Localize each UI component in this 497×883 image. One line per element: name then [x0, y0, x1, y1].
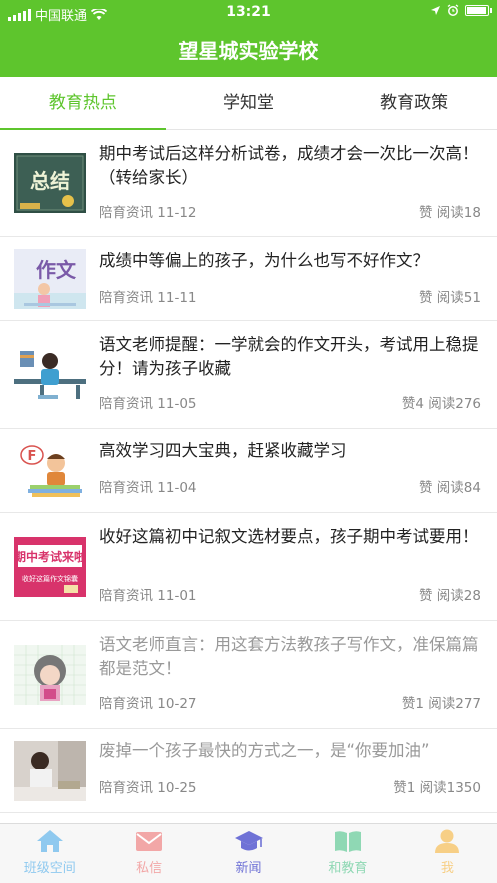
category-tabs: 教育热点 学知堂 教育政策 [0, 77, 497, 130]
article-meta: 陪育资讯 11-05 赞4 阅读276 [99, 392, 481, 412]
article-thumbnail: F [14, 441, 86, 501]
article-stats: 赞1 阅读1350 [393, 780, 481, 796]
article-title[interactable]: 成绩中等偏上的孩子，为什么也写不好作文？ [99, 249, 485, 273]
nav-label: 私信 [136, 861, 163, 876]
tab-education-policy[interactable]: 教育政策 [331, 77, 497, 129]
nav-messages[interactable]: 私信 [99, 824, 198, 883]
article-source: 陪育资讯 11-04 [99, 480, 197, 496]
status-bar: 中国联通 13:21 [0, 0, 497, 26]
article-title[interactable]: 收好这篇初中记叙文选材要点，孩子期中考试要用！ [99, 525, 485, 549]
article-source: 陪育资讯 10-25 [99, 780, 197, 796]
thumbnail-caption: F [28, 449, 37, 464]
article-meta: 陪育资讯 11-01 赞 阅读28 [99, 584, 481, 604]
home-icon [36, 830, 63, 852]
article-stats: 赞1 阅读277 [401, 696, 481, 712]
article-stats: 赞 阅读28 [419, 588, 481, 604]
nav-me[interactable]: 我 [398, 824, 497, 883]
article-meta: 陪育资讯 10-25 赞1 阅读1350 [99, 776, 481, 796]
nav-label: 班级空间 [23, 861, 76, 876]
mail-icon [136, 832, 163, 851]
article-source: 陪育资讯 10-27 [99, 696, 197, 712]
article-title[interactable]: 高效学习四大宝典，赶紧收藏学习 [99, 439, 485, 463]
list-item[interactable]: 期中考试来啦 收好这篇作文锦囊 收好这篇初中记叙文选材要点，孩子期中考试要用！ … [0, 513, 497, 621]
article-meta: 陪育资讯 11-12 赞 阅读18 [99, 201, 481, 221]
article-thumbnail [14, 741, 86, 801]
thumbnail-caption: 总结 [30, 169, 70, 193]
article-thumbnail [14, 645, 86, 705]
user-icon [435, 829, 460, 853]
article-stats: 赞 阅读84 [419, 480, 481, 496]
list-item[interactable]: 语文老师提醒：一学就会的作文开头，考试用上稳提分！请为孩子收藏 陪育资讯 11-… [0, 321, 497, 429]
list-item[interactable]: 废掉一个孩子最快的方式之一，是“你要加油” 陪育资讯 10-25 赞1 阅读13… [0, 729, 497, 813]
nav-he-education[interactable]: 和教育 [298, 824, 397, 883]
article-thumbnail: 期中考试来啦 收好这篇作文锦囊 [14, 537, 86, 597]
thumbnail-caption: 作文 [36, 258, 77, 282]
article-source: 陪育资讯 11-05 [99, 396, 197, 412]
nav-label: 新闻 [235, 861, 262, 876]
nav-label: 我 [440, 861, 454, 876]
article-title[interactable]: 废掉一个孩子最快的方式之一，是“你要加油” [99, 739, 485, 763]
article-stats: 赞4 阅读276 [401, 396, 481, 412]
article-meta: 陪育资讯 11-04 赞 阅读84 [99, 476, 481, 496]
thumbnail-caption: 期中考试来啦 [14, 549, 86, 564]
battery-icon [465, 4, 492, 16]
article-meta: 陪育资讯 10-27 赞1 阅读277 [99, 692, 481, 712]
article-source: 陪育资讯 11-01 [99, 588, 197, 604]
nav-label: 和教育 [328, 861, 368, 876]
article-thumbnail: 作文 [14, 249, 86, 309]
list-item[interactable]: 语文老师直言：用这套方法教孩子写作文，准保篇篇都是范文！ 陪育资讯 10-27 … [0, 621, 497, 729]
book-icon [334, 831, 361, 852]
tab-study-hall[interactable]: 学知堂 [166, 77, 332, 129]
nav-class-space[interactable]: 班级空间 [0, 824, 99, 883]
bottom-nav: 班级空间 私信 新闻 和教育 我 [0, 823, 497, 883]
status-right [430, 4, 492, 16]
nav-news[interactable]: 新闻 [199, 824, 298, 883]
article-title[interactable]: 语文老师提醒：一学就会的作文开头，考试用上稳提分！请为孩子收藏 [99, 333, 485, 381]
list-item[interactable]: 作文 成绩中等偏上的孩子，为什么也写不好作文？ 陪育资讯 11-11 赞 阅读5… [0, 237, 497, 321]
graduation-cap-icon [234, 831, 263, 851]
article-title[interactable]: 期中考试后这样分析试卷，成绩才会一次比一次高！（转给家长） [99, 142, 485, 190]
location-icon [431, 5, 440, 15]
article-source: 陪育资讯 11-12 [99, 205, 197, 221]
article-thumbnail [14, 345, 86, 405]
article-thumbnail: 总结 [14, 153, 86, 213]
article-stats: 赞 阅读18 [419, 205, 481, 221]
article-title[interactable]: 语文老师直言：用这套方法教孩子写作文，准保篇篇都是范文！ [99, 633, 485, 681]
thumbnail-subcaption: 收好这篇作文锦囊 [22, 574, 78, 583]
list-item[interactable]: F 高效学习四大宝典，赶紧收藏学习 陪育资讯 11-04 赞 阅读84 [0, 429, 497, 513]
tab-education-hot[interactable]: 教育热点 [0, 77, 166, 130]
alarm-icon [447, 4, 459, 16]
status-time: 13:21 [226, 4, 271, 20]
list-item[interactable]: 总结 期中考试后这样分析试卷，成绩才会一次比一次高！（转给家长） 陪育资讯 11… [0, 130, 497, 237]
article-list: 总结 期中考试后这样分析试卷，成绩才会一次比一次高！（转给家长） 陪育资讯 11… [0, 130, 497, 823]
article-stats: 赞 阅读51 [419, 290, 481, 306]
page-title: 望星城实验学校 [0, 26, 497, 77]
article-meta: 陪育资讯 11-11 赞 阅读51 [99, 286, 481, 306]
article-source: 陪育资讯 11-11 [99, 290, 197, 306]
